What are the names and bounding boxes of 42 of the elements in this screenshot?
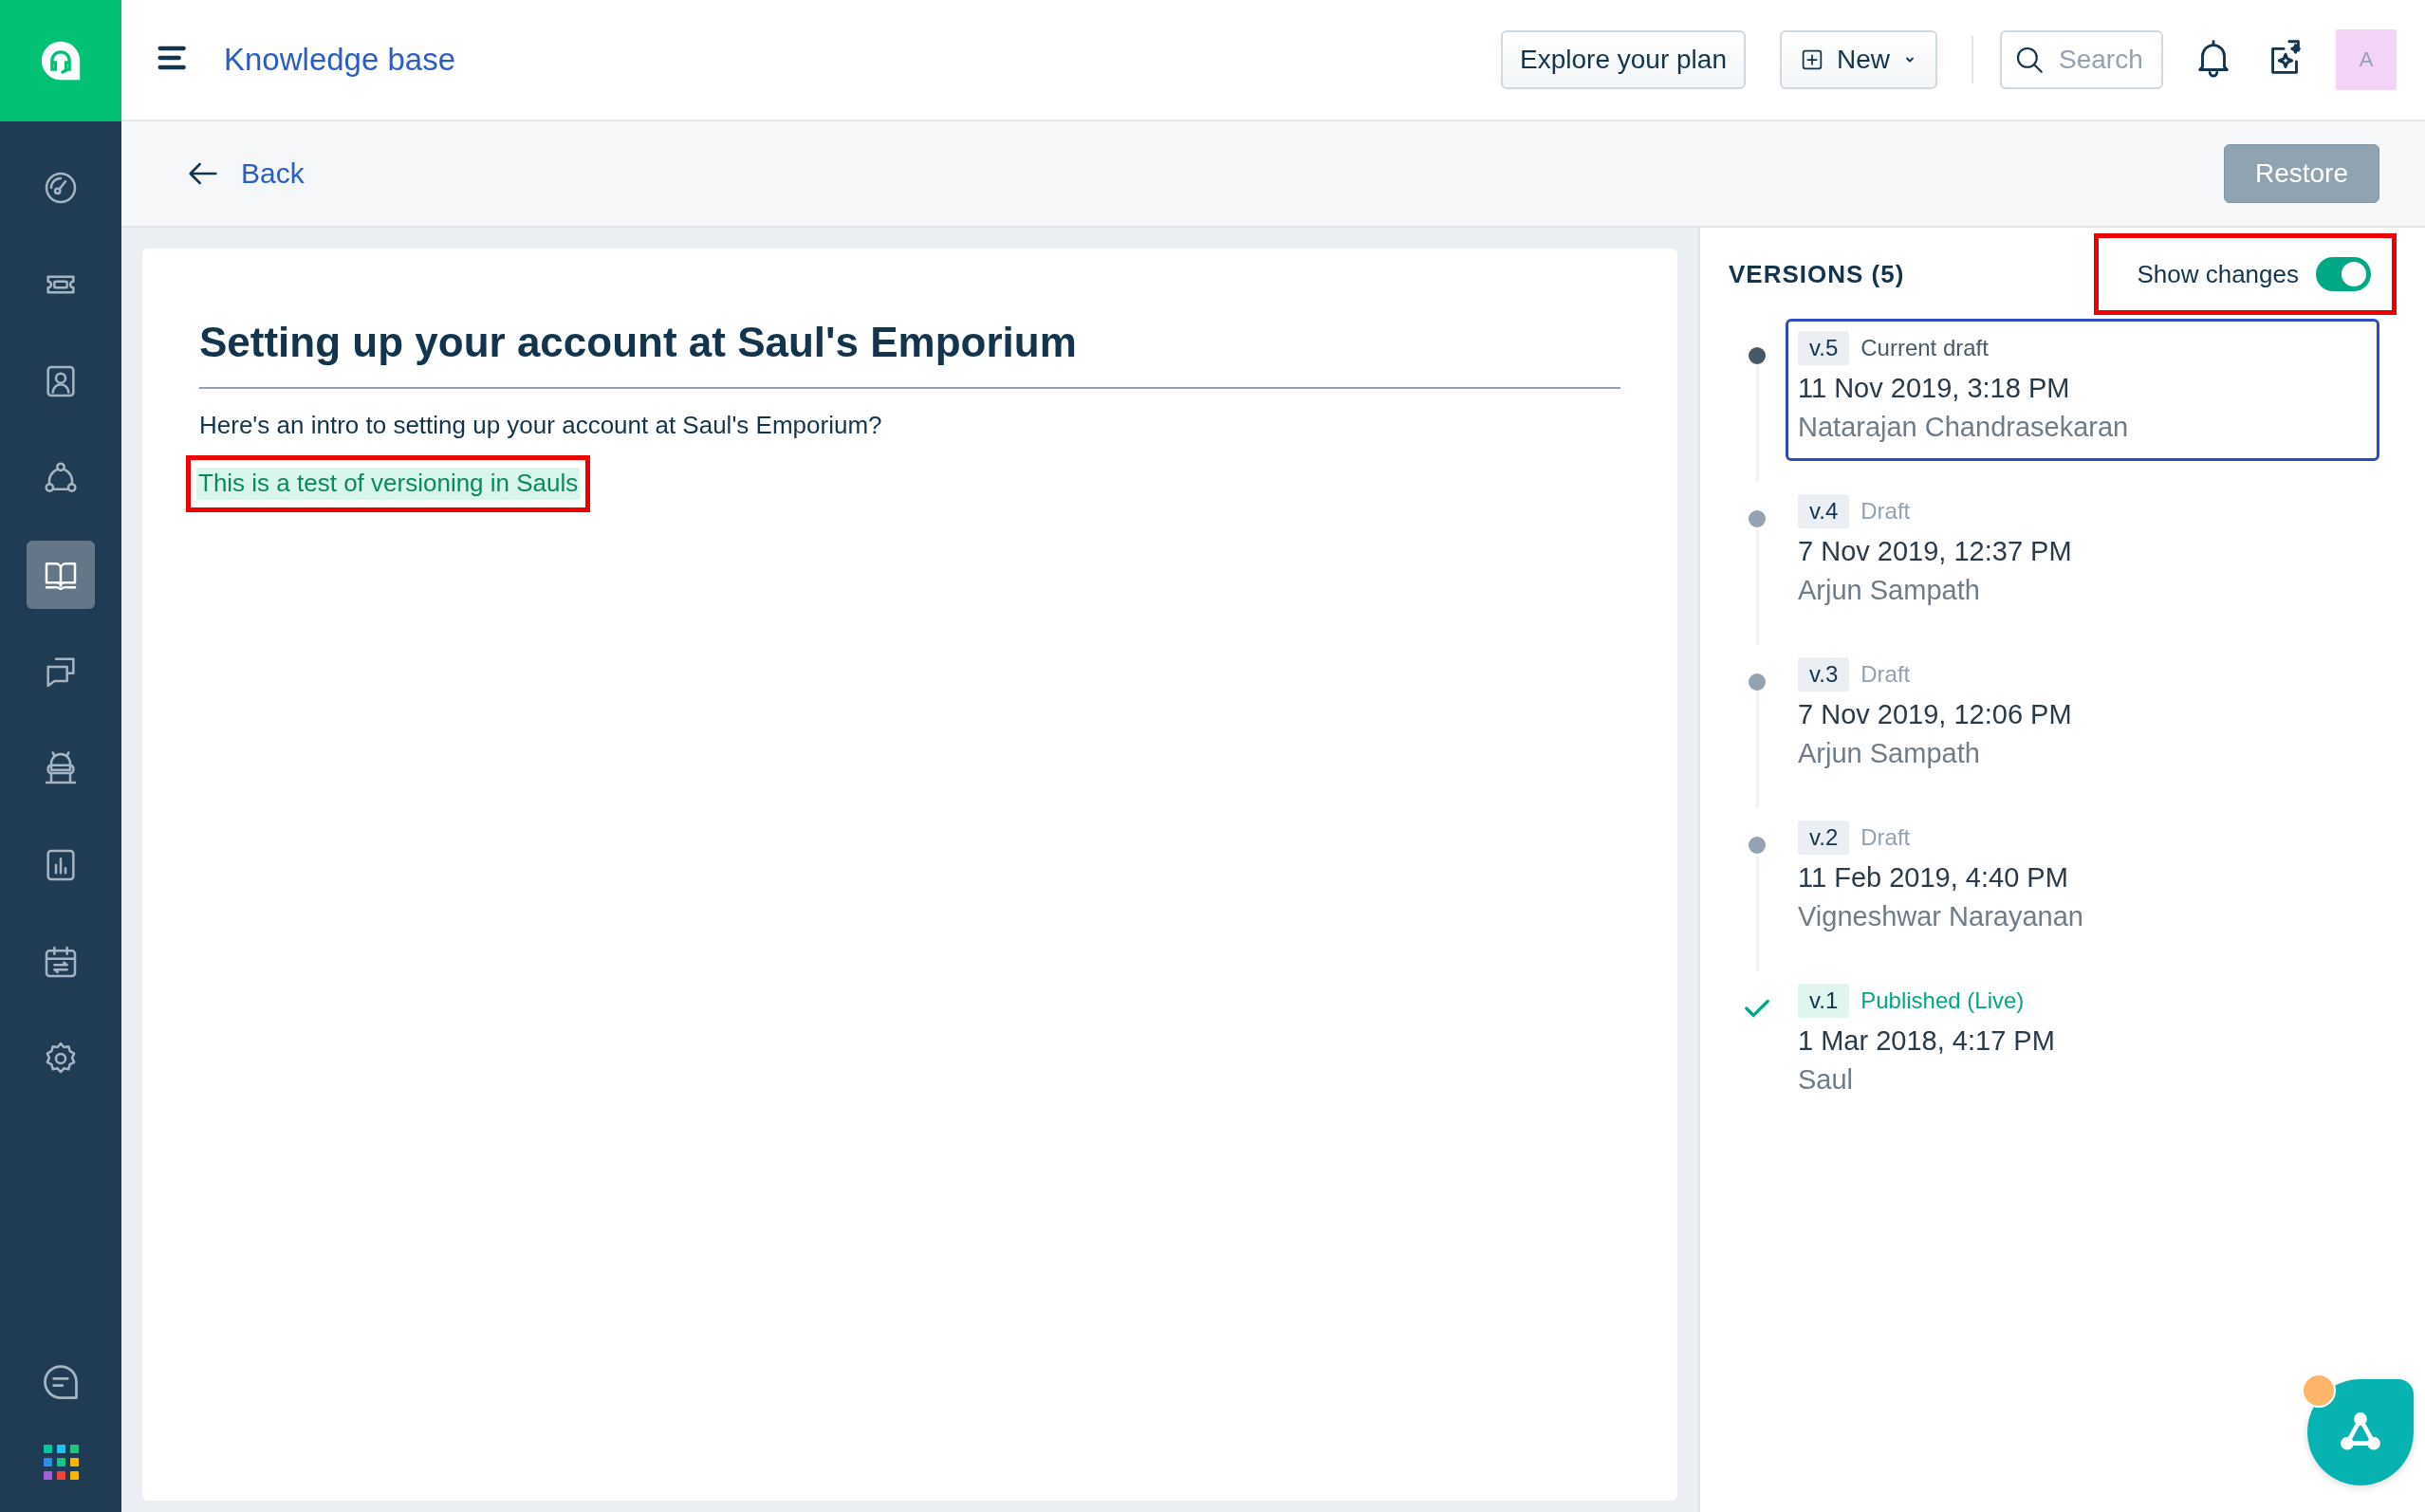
version-status: Draft — [1860, 661, 1911, 688]
version-status: Draft — [1860, 824, 1911, 851]
explore-plan-button[interactable]: Explore your plan — [1501, 30, 1746, 89]
version-item[interactable]: v.1 Published (Live) 1 Mar 2018, 4:17 PM Saul — [1786, 971, 2379, 1114]
version-item[interactable]: v.4 Draft 7 Nov 2019, 12:37 PM Arjun Sampath — [1786, 482, 2379, 624]
timeline-dot — [1749, 510, 1766, 527]
timeline-dot — [1749, 347, 1766, 364]
version-date: 7 Nov 2019, 12:06 PM — [1798, 699, 2073, 730]
page-title: Knowledge base — [224, 42, 457, 78]
show-changes-toggle[interactable] — [2316, 257, 2371, 291]
timeline-dot — [1749, 673, 1766, 691]
article-title: Setting up your account at Saul's Emporium — [199, 305, 1620, 389]
version-badge: v.4 — [1798, 494, 1850, 528]
version-badge: v.5 — [1798, 331, 1850, 365]
article-paragraph: This is a test of versioning in Sauls — [196, 467, 581, 500]
version-status: Published (Live) — [1860, 987, 2025, 1014]
show-changes-label: Show changes — [2137, 259, 2299, 289]
version-status: Draft — [1860, 498, 1911, 525]
timeline-dot — [1749, 837, 1766, 854]
version-badge: v.3 — [1798, 657, 1850, 691]
version-badge: v.2 — [1798, 821, 1850, 855]
version-item[interactable]: v.2 Draft 11 Feb 2019, 4:40 PM Vigneshwar Narayanan — [1786, 808, 2379, 950]
version-author: Arjun Sampath — [1798, 575, 1981, 606]
app-grid-icon[interactable] — [43, 1445, 79, 1480]
article-paragraph: Here's an intro to setting up your account at Saul's Emporium? — [199, 410, 883, 441]
version-date: 11 Nov 2019, 3:18 PM — [1798, 373, 2071, 404]
version-date: 11 Feb 2019, 4:40 PM — [1798, 862, 2069, 894]
versions-heading: VERSIONS (5) — [1729, 259, 1905, 289]
version-status: Current draft — [1860, 335, 1989, 361]
version-author: Arjun Sampath — [1798, 738, 1981, 769]
version-author: Vigneshwar Narayanan — [1798, 901, 2084, 932]
version-author: Saul — [1798, 1064, 1855, 1096]
version-date: 1 Mar 2018, 4:17 PM — [1798, 1025, 2056, 1057]
new-button[interactable]: New — [1780, 30, 1937, 89]
version-badge: v.1 — [1798, 984, 1850, 1018]
version-item[interactable]: v.5 Current draft 11 Nov 2019, 3:18 PM Natarajan Chandrasekaran — [1786, 319, 2379, 461]
back-link[interactable]: Back — [184, 155, 305, 193]
version-date: 7 Nov 2019, 12:37 PM — [1798, 536, 2073, 567]
search-field[interactable]: Search — [2000, 30, 2163, 89]
version-item[interactable]: v.3 Draft 7 Nov 2019, 12:06 PM Arjun Sampath — [1786, 645, 2379, 787]
version-author: Natarajan Chandrasekaran — [1798, 412, 2130, 443]
nav-item[interactable] — [27, 541, 95, 609]
